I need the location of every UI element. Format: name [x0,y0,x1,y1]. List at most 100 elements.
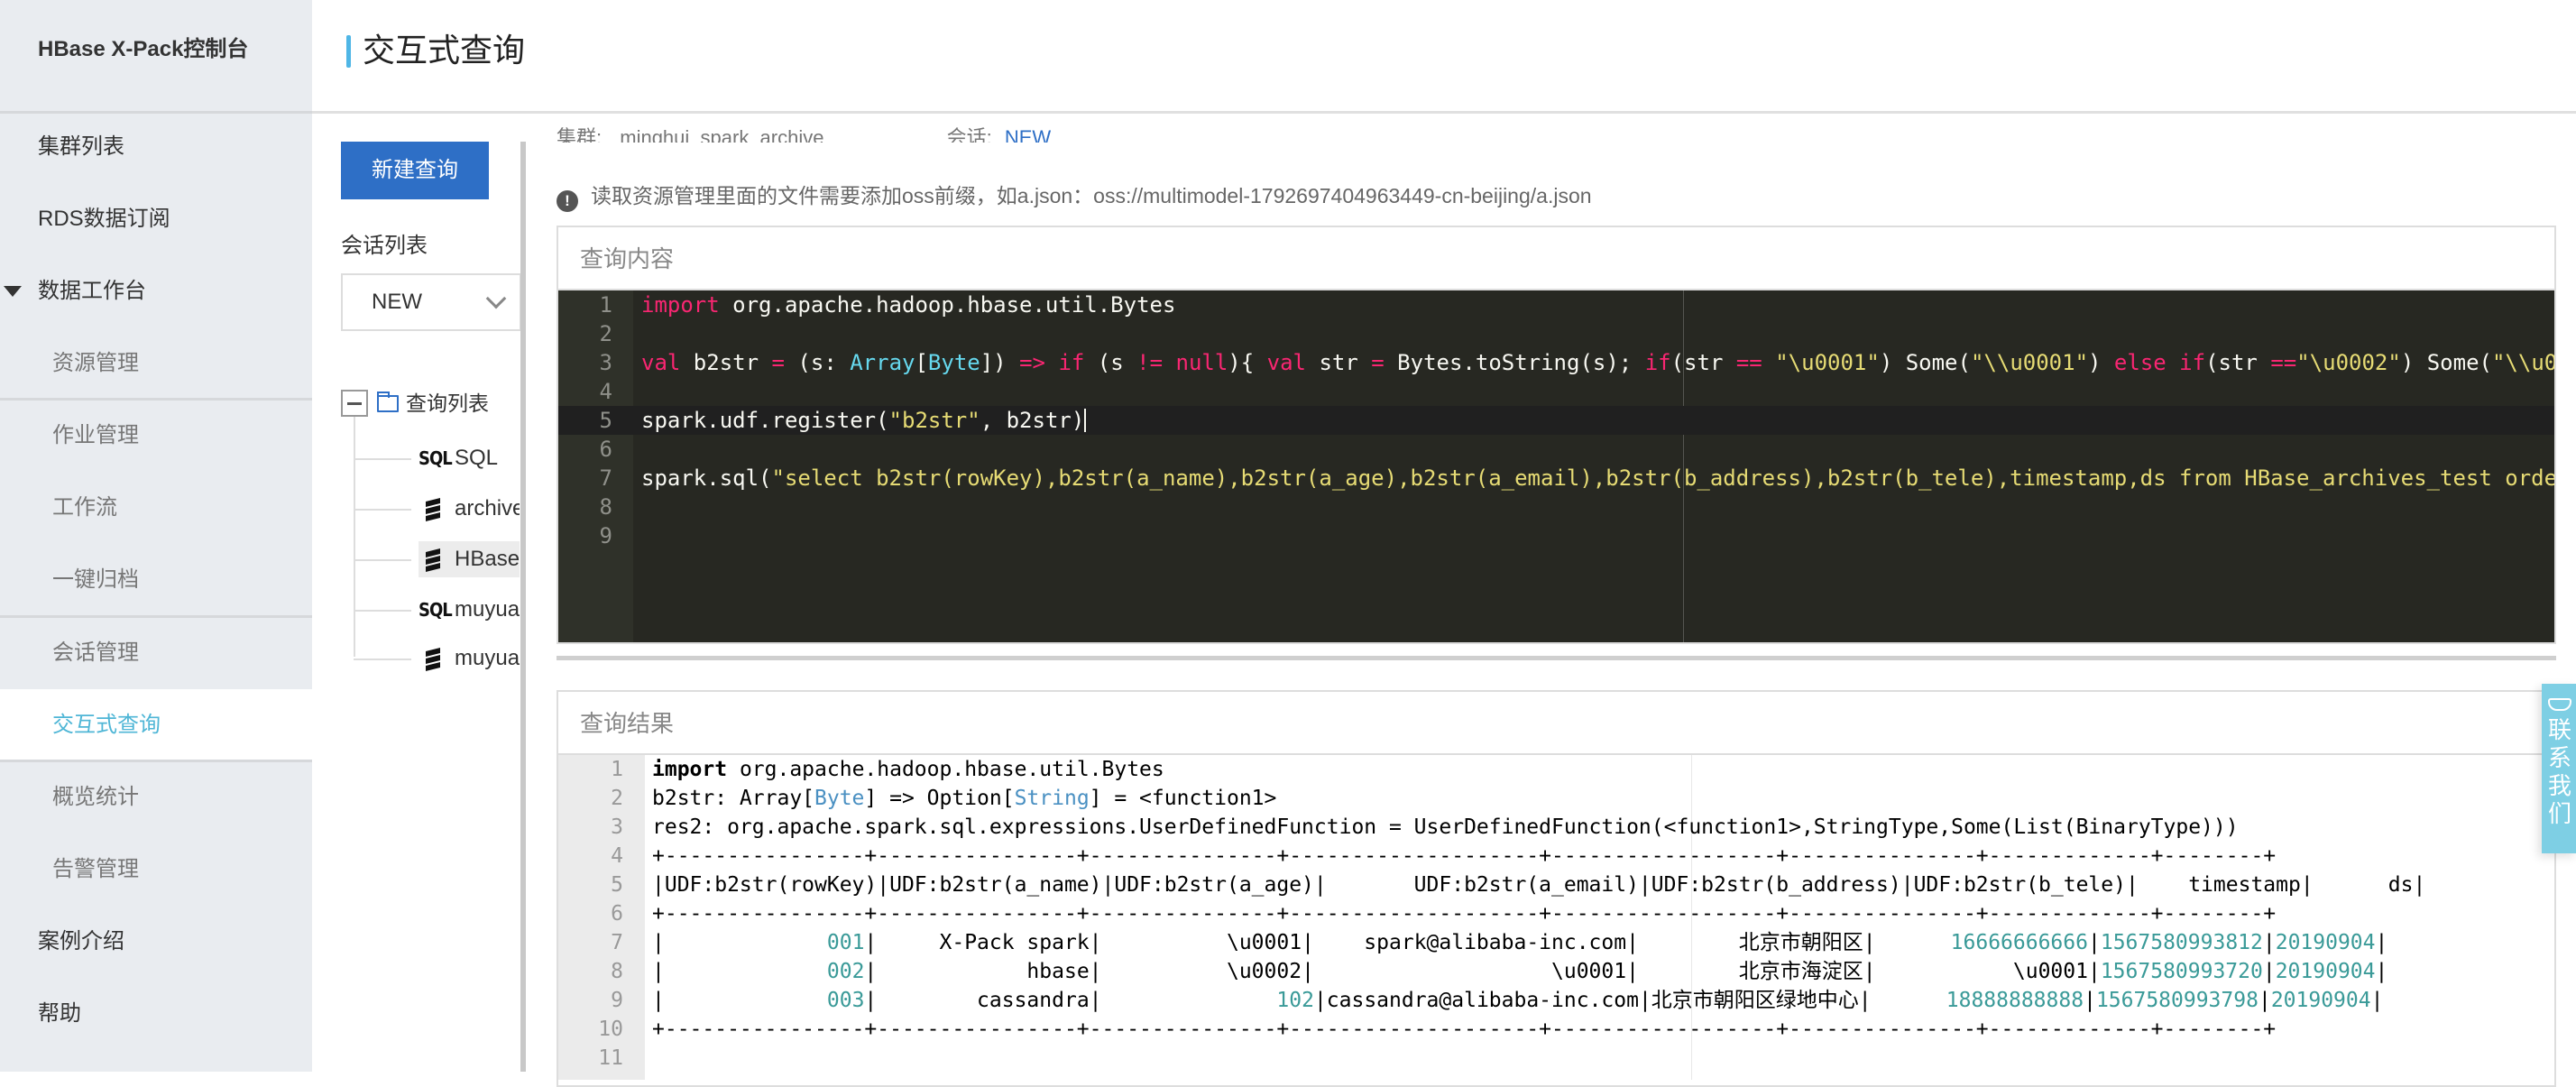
sidebar-item-rds-subscription[interactable]: RDS数据订阅 [0,183,312,255]
collapse-toggle-icon[interactable] [341,390,368,417]
code-token: import [652,758,728,781]
line-number: 10 [598,1018,623,1041]
sidebar-item-case-intro[interactable]: 案例介绍 [0,906,312,978]
line-number: 11 [598,1046,623,1070]
line-number: 5 [611,873,623,897]
sidebar-item-workflow[interactable]: 工作流 [0,472,312,544]
sidebar-item-overview-stats[interactable]: 概览统计 [0,761,312,834]
sidebar-item-alert-management[interactable]: 告警管理 [0,834,312,906]
code-token: Byte [814,787,865,810]
code-token: 001 [826,931,865,954]
session-select-value: NEW [372,290,422,314]
scala-file-icon [426,498,440,521]
line-number: 1 [599,292,612,318]
code-line: b2str: Array[Byte] => Option[String] = <… [652,784,1276,813]
code-line: |UDF:b2str(rowKey)|UDF:b2str(a_name)|UDF… [652,871,2425,899]
new-query-button[interactable]: 新建查询 [341,142,489,199]
code-token: 102 [1276,989,1314,1012]
oss-notice: ! 读取资源管理里面的文件需要添加oss前缀，如a.json：oss://mult… [557,180,1592,212]
contact-char: 联 [2547,716,2571,743]
sidebar-item-session-management[interactable]: 会话管理 [0,617,312,689]
code-token: "\\u0002" [2491,350,2554,375]
tree-root-label[interactable]: 查询列表 [406,390,489,419]
code-token: spark.udf.register( [641,408,889,433]
code-token: | [652,960,827,983]
code-token: ] => Option[ [864,787,1015,810]
code-token: org.apache.hadoop.hbase.util.Bytes [719,292,1176,318]
code-token: | [2370,989,2384,1012]
tree-item[interactable]: muyua [341,639,520,678]
code-token: import [641,292,720,318]
left-panel-scrollbar[interactable] [520,142,526,1072]
code-token: | [652,989,827,1012]
line-number: 7 [599,465,612,491]
line-number: 4 [599,379,612,404]
code-token: 20190904 [2275,931,2376,954]
code-token: ) Some( [1879,350,1971,375]
line-number: 3 [611,815,623,839]
tree-item[interactable]: SQL muyua [341,590,520,630]
contact-char: 我 [2547,772,2571,799]
code-line: +----------------+----------------+-----… [652,1015,2276,1044]
code-line: +----------------+----------------+-----… [652,842,2276,871]
code-token: null [1175,350,1228,375]
tree-item[interactable]: archive [341,489,520,529]
tree-connector [354,610,411,612]
code-token: | [2084,989,2096,1012]
code-token: val [641,350,681,375]
sidebar-item-data-workbench[interactable]: 数据工作台 [0,255,312,327]
code-token: (str [2205,350,2271,375]
code-token: ){ [1228,350,1267,375]
text-cursor [1084,409,1087,432]
code-line: spark.sql("select b2str(rowKey),b2str(a_… [641,464,2554,493]
query-content-title: 查询内容 [558,227,2554,290]
sidebar-item-interactive-query[interactable]: 交互式查询 [0,689,312,761]
code-token: 16666666666 [1950,931,2088,954]
code-token: |UDF:b2str(rowKey)|UDF:b2str(a_name)|UDF… [652,873,2426,897]
code-token: 003 [826,989,865,1012]
code-token: ]) [980,350,1020,375]
line-number: 4 [611,844,623,868]
sidebar-item-one-click-archive[interactable]: 一键归档 [0,544,312,616]
sql-file-icon: SQL [419,599,453,621]
cluster-label: 集群: [557,126,603,143]
tree-item-label: SQL [455,446,499,470]
code-token: | [2262,960,2276,983]
code-token: | [2262,931,2276,954]
tree-connector [354,659,411,660]
tree-item[interactable]: SQL SQL [341,438,520,478]
sidebar-item-job-management[interactable]: 作业管理 [0,400,312,472]
code-token: b2str: Array[ [652,787,815,810]
chevron-down-icon [485,288,507,309]
line-number: 8 [599,494,612,520]
code-line: res2: org.apache.spark.sql.expressions.U… [652,813,2239,842]
page-header: 交互式查询 [312,0,2576,112]
code-token: | hbase| \u0002| \u0001| 北京市海淀区| \u0001| [864,960,2101,983]
title-accent-bar [346,35,351,68]
code-editor[interactable]: 1 import org.apache.hadoop.hbase.util.Byt… [558,290,2554,642]
contact-char: 系 [2547,744,2571,771]
sidebar-item-help[interactable]: 帮助 [0,978,312,1050]
result-output[interactable]: 1 import org.apache.hadoop.hbase.util.Byt… [558,755,2554,1080]
code-token: ] = <function1> [1089,787,1277,810]
chat-icon [2548,698,2571,711]
sidebar-item-resource-management[interactable]: 资源管理 [0,327,312,400]
code-line: val b2str = (s: Array[Byte]) => if (s !=… [641,348,2554,377]
code-token: != [1136,350,1164,375]
panel-resize-handle[interactable] [557,656,2556,660]
code-token: "\u0002" [2296,350,2401,375]
tree-item-selected[interactable]: HBase [341,539,520,579]
code-token: = [771,350,785,375]
session-select[interactable]: NEW [341,273,521,331]
contact-us-button[interactable]: 联 系 我 们 [2542,684,2576,853]
sidebar: HBase X-Pack控制台 集群列表 RDS数据订阅 数据工作台 资源管理 … [0,0,312,1072]
cluster-value: minghui_spark_archive [620,126,824,143]
tree-item-label: HBase [455,547,520,571]
sidebar-item-cluster-list[interactable]: 集群列表 [0,111,312,183]
code-token: ) [2088,350,2114,375]
code-token: ) Some( [2400,350,2492,375]
